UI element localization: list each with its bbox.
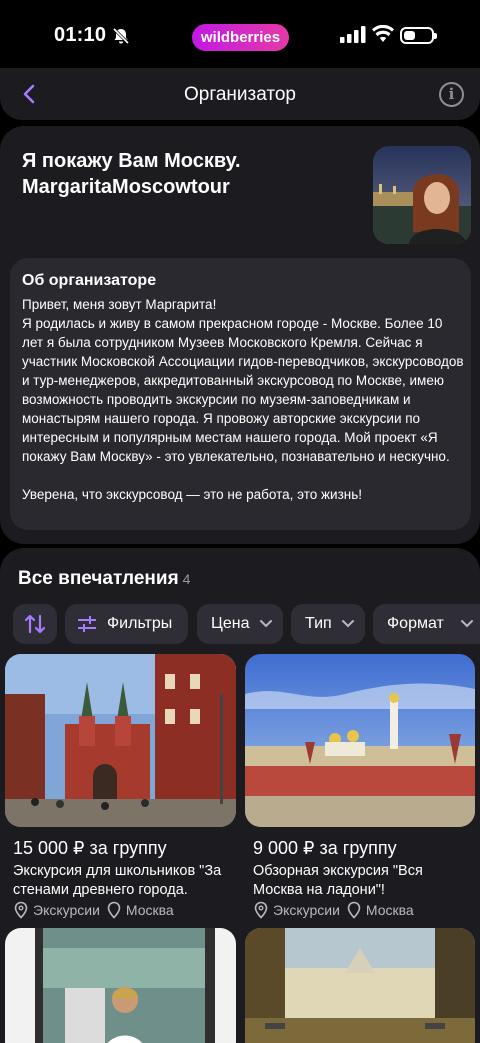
product-price-2: 9 000 ₽ за группу xyxy=(253,838,397,858)
product-name-1[interactable]: Экскурсия для школьников "За стенами дре… xyxy=(13,862,235,900)
product-city-1: Москва xyxy=(125,902,174,918)
price-filter-dropdown[interactable]: Цена xyxy=(197,604,283,644)
page-title: Организатор xyxy=(183,84,296,105)
sliders-icon xyxy=(78,616,96,632)
product-image-2[interactable] xyxy=(245,654,475,827)
top-nav-header: Организатор i xyxy=(0,68,480,120)
wifi-icon xyxy=(372,25,394,42)
battery-icon xyxy=(400,27,437,44)
pin-outline-icon xyxy=(14,901,28,919)
location-icon xyxy=(347,901,361,919)
type-filter-label: Тип xyxy=(305,615,332,632)
info-icon[interactable]: i xyxy=(439,82,464,107)
filters-button[interactable]: Фильтры xyxy=(65,604,188,644)
pin-outline-icon xyxy=(254,901,268,919)
price-filter-label: Цена xyxy=(211,615,250,632)
product-meta-1: Экскурсии Москва xyxy=(13,901,174,919)
product-category-1: Экскурсии xyxy=(33,902,100,918)
product-image-4[interactable] xyxy=(245,928,475,1043)
format-filter-dropdown[interactable]: Формат xyxy=(373,604,480,644)
experiences-count: 4 xyxy=(182,571,191,587)
experiences-title-text: Все впечатления xyxy=(18,568,179,589)
about-organizer-section: Об организаторе Привет, меня зовут Марга… xyxy=(10,258,471,530)
location-icon xyxy=(107,901,121,919)
product-category-2: Экскурсии xyxy=(273,902,340,918)
about-title: Об организаторе xyxy=(22,272,157,289)
organizer-name: Я покажу Вам Москву. MargaritaMoscowtour xyxy=(22,150,241,198)
chevron-down-icon xyxy=(461,620,473,628)
product-city-2: Москва xyxy=(365,902,414,918)
about-text: Привет, меня зовут Маргарита! Я родилась… xyxy=(22,297,464,502)
product-name-2[interactable]: Обзорная экскурсия "Вся Москва на ладони… xyxy=(253,862,475,900)
chevron-down-icon xyxy=(260,620,272,628)
bell-muted-icon xyxy=(112,27,130,45)
experiences-title: Все впечатления 4 xyxy=(18,568,190,590)
status-time: 01:10 xyxy=(54,24,107,46)
status-bar: 01:10 wildberries xyxy=(0,0,480,68)
product-price-1: 15 000 ₽ за группу xyxy=(13,838,167,858)
chevron-down-icon xyxy=(342,620,354,628)
product-image-1[interactable] xyxy=(5,654,236,827)
product-meta-2: Экскурсии Москва xyxy=(253,901,414,919)
sort-button[interactable] xyxy=(13,604,57,644)
sort-icon xyxy=(24,614,46,634)
filters-label: Фильтры xyxy=(107,615,173,632)
wildberries-pill[interactable]: wildberries xyxy=(192,24,289,51)
cellular-signal-icon xyxy=(340,26,366,43)
product-image-3[interactable] xyxy=(5,928,236,1043)
type-filter-dropdown[interactable]: Тип xyxy=(291,604,365,644)
format-filter-label: Формат xyxy=(387,615,444,632)
organizer-avatar xyxy=(373,146,471,244)
